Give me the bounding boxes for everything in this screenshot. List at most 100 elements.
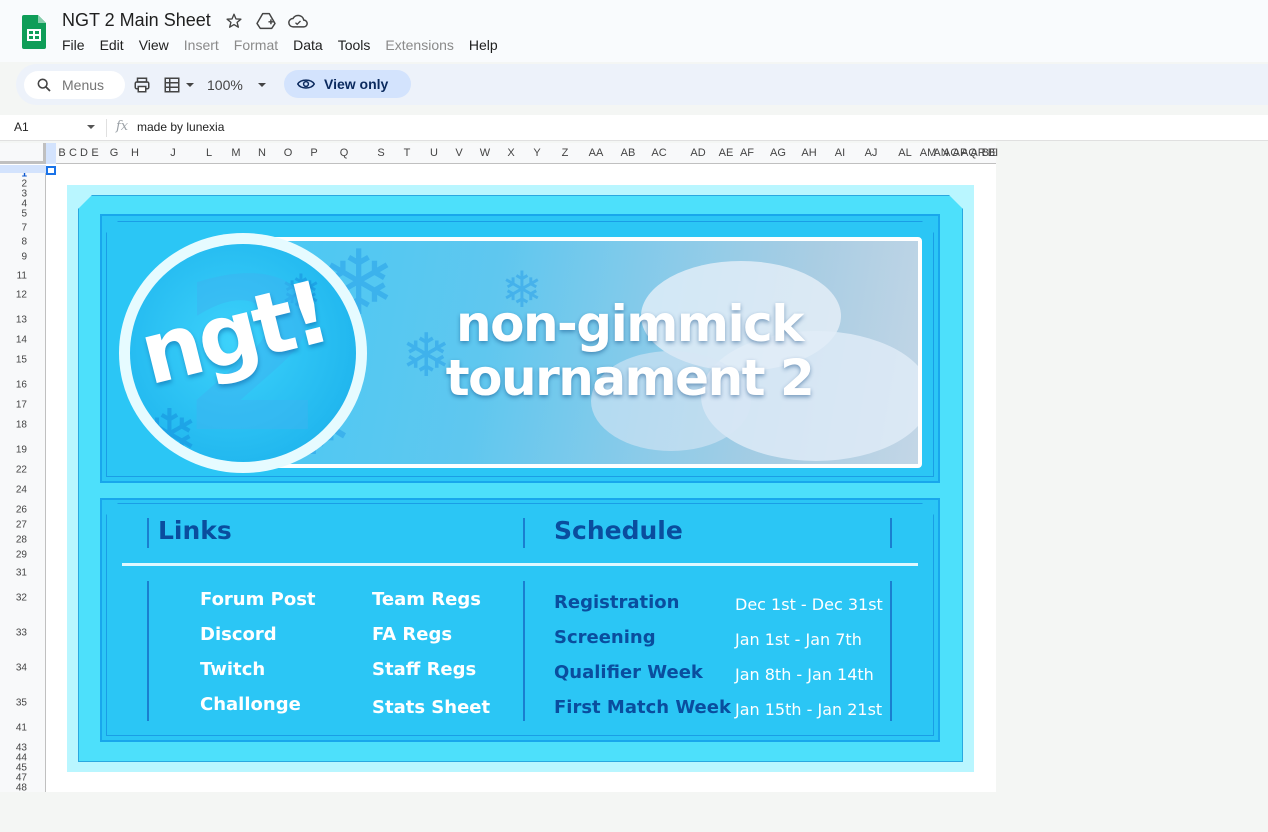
column-header[interactable]: Z xyxy=(562,147,569,159)
select-all-corner[interactable] xyxy=(0,143,46,164)
divider xyxy=(122,563,918,566)
print-icon[interactable] xyxy=(133,76,151,99)
row-header[interactable]: 9 xyxy=(21,252,27,263)
column-header[interactable]: S xyxy=(377,147,384,159)
table-format-icon[interactable] xyxy=(163,76,181,99)
row-headers[interactable]: 1 2 3 4 5 7 8 9 11 12 13 14 15 16 17 18 19 22 24 26 27 28 29 31… xyxy=(0,165,46,794)
column-header[interactable]: J xyxy=(170,147,176,159)
column-header[interactable]: M xyxy=(231,147,240,159)
column-header[interactable]: BI xyxy=(988,147,998,159)
column-header[interactable]: AD xyxy=(690,147,705,159)
view-only-button[interactable]: View only xyxy=(284,70,411,98)
menus-search-input[interactable]: Menus xyxy=(24,71,125,99)
column-header[interactable]: AJ xyxy=(865,147,878,159)
menu-file[interactable]: File xyxy=(62,37,85,53)
column-header[interactable]: AG xyxy=(770,147,786,159)
formula-content[interactable]: made by lunexia xyxy=(137,120,224,134)
column-headers[interactable]: ABCDEGHJLMNOPQSTUVWXYZAAABACADAEAFAGAHAI… xyxy=(46,143,998,164)
row-header[interactable]: 7 xyxy=(21,223,27,234)
schedule-label-qualifier-week: Qualifier Week xyxy=(554,662,703,683)
column-header[interactable]: AB xyxy=(621,147,636,159)
column-header[interactable]: O xyxy=(284,147,293,159)
row-header[interactable]: 48 xyxy=(16,783,27,794)
row-header[interactable]: 28 xyxy=(16,535,27,546)
move-to-drive-icon[interactable] xyxy=(256,11,276,31)
row-header[interactable]: 16 xyxy=(16,380,27,391)
document-title[interactable]: NGT 2 Main Sheet xyxy=(62,10,211,31)
column-header[interactable]: AI xyxy=(835,147,845,159)
row-header[interactable]: 27 xyxy=(16,520,27,531)
row-header[interactable]: 24 xyxy=(16,485,27,496)
column-header[interactable]: AA xyxy=(589,147,604,159)
schedule-label-first-match-week: First Match Week xyxy=(554,697,731,718)
selected-cell-a1[interactable] xyxy=(46,166,56,175)
name-box-chevron-icon[interactable] xyxy=(87,125,95,129)
link-fa-regs[interactable]: FA Regs xyxy=(372,624,452,645)
column-header[interactable]: Q xyxy=(340,147,349,159)
link-twitch[interactable]: Twitch xyxy=(200,659,265,680)
column-header[interactable]: AL xyxy=(898,147,911,159)
row-header[interactable]: 32 xyxy=(16,593,27,604)
cloud-status-icon[interactable] xyxy=(288,11,308,31)
column-header[interactable]: AH xyxy=(801,147,816,159)
column-header[interactable]: P xyxy=(310,147,317,159)
sheets-logo-icon[interactable] xyxy=(22,15,46,49)
column-header[interactable]: AE xyxy=(719,147,734,159)
column-header[interactable]: E xyxy=(91,147,98,159)
row-header[interactable]: 33 xyxy=(16,628,27,639)
column-header[interactable]: L xyxy=(206,147,212,159)
zoom-chevron-icon[interactable] xyxy=(258,83,266,87)
row-header[interactable]: 17 xyxy=(16,400,27,411)
menu-edit[interactable]: Edit xyxy=(100,37,124,53)
menu-data[interactable]: Data xyxy=(293,37,323,53)
menu-format: Format xyxy=(233,37,279,53)
zoom-select[interactable]: 100% xyxy=(207,77,243,93)
column-header[interactable]: T xyxy=(404,147,411,159)
link-team-regs[interactable]: Team Regs xyxy=(372,589,481,610)
column-header[interactable]: V xyxy=(455,147,462,159)
row-header[interactable]: 8 xyxy=(21,237,27,248)
schedule-date-registration: Dec 1st - Dec 31st xyxy=(735,595,883,614)
row-header[interactable]: 12 xyxy=(16,290,27,301)
row-header[interactable]: 31 xyxy=(16,568,27,579)
column-header[interactable]: D xyxy=(80,147,88,159)
schedule-date-first-match-week: Jan 15th - Jan 21st xyxy=(735,700,883,719)
star-icon[interactable] xyxy=(224,11,244,31)
column-header[interactable]: B xyxy=(58,147,65,159)
menu-view[interactable]: View xyxy=(139,37,169,53)
row-header[interactable]: 41 xyxy=(16,723,27,734)
schedule-date-screening: Jan 1st - Jan 7th xyxy=(735,630,862,649)
menu-help[interactable]: Help xyxy=(469,37,498,53)
row-header[interactable]: 22 xyxy=(16,465,27,476)
column-header[interactable]: U xyxy=(430,147,438,159)
column-header[interactable]: AC xyxy=(651,147,666,159)
column-header[interactable]: C xyxy=(69,147,77,159)
link-stats-sheet[interactable]: Stats Sheet xyxy=(372,697,490,718)
link-challonge[interactable]: Challonge xyxy=(200,694,301,715)
column-header[interactable]: N xyxy=(258,147,266,159)
column-header[interactable]: AF xyxy=(740,147,754,159)
menu-tools[interactable]: Tools xyxy=(338,37,371,53)
column-header[interactable]: H xyxy=(131,147,139,159)
row-header[interactable]: 29 xyxy=(16,550,27,561)
chevron-down-icon[interactable] xyxy=(186,83,194,87)
row-header[interactable]: 34 xyxy=(16,663,27,674)
row-header[interactable]: 19 xyxy=(16,445,27,456)
row-header[interactable]: 13 xyxy=(16,315,27,326)
row-header[interactable]: 18 xyxy=(16,420,27,431)
name-box[interactable]: A1 xyxy=(14,120,29,134)
column-header[interactable]: W xyxy=(480,147,490,159)
row-header[interactable]: 11 xyxy=(17,271,27,282)
row-header[interactable]: 26 xyxy=(16,505,27,516)
column-header[interactable]: Y xyxy=(533,147,540,159)
row-header[interactable]: 14 xyxy=(16,335,27,346)
divider xyxy=(147,518,149,548)
column-header[interactable]: X xyxy=(507,147,514,159)
row-header[interactable]: 15 xyxy=(16,355,27,366)
column-header[interactable]: G xyxy=(110,147,119,159)
link-discord[interactable]: Discord xyxy=(200,624,277,645)
row-header[interactable]: 5 xyxy=(21,209,27,220)
link-forum-post[interactable]: Forum Post xyxy=(200,589,316,610)
link-staff-regs[interactable]: Staff Regs xyxy=(372,659,476,680)
row-header[interactable]: 35 xyxy=(16,698,27,709)
